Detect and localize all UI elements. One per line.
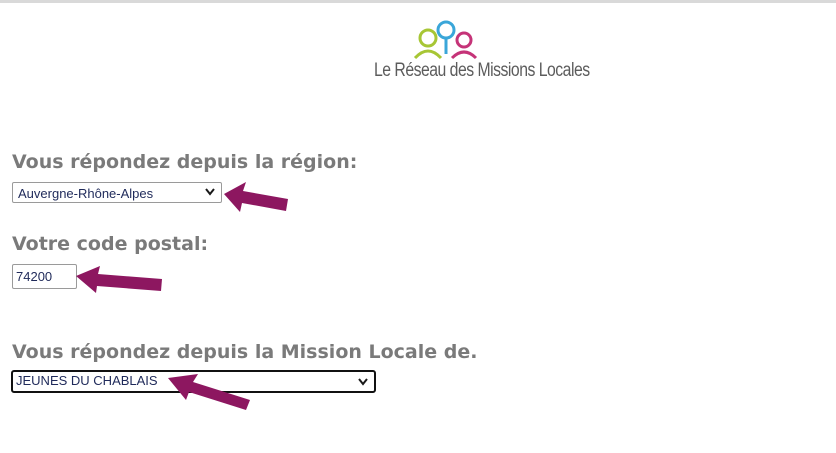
annotation-arrow-postal-code — [76, 266, 162, 293]
chevron-down-icon — [358, 378, 368, 386]
region-select[interactable]: Auvergne-Rhône-Alpes — [12, 182, 222, 203]
region-label: Vous répondez depuis la région: — [12, 151, 358, 173]
postal-code-input[interactable]: 74200 — [12, 264, 77, 289]
region-selected-value: Auvergne-Rhône-Alpes — [18, 186, 154, 201]
logo: Le Réseau des Missions Locales — [370, 20, 620, 85]
people-logo-icon — [413, 20, 478, 60]
chevron-down-icon — [205, 188, 215, 196]
annotation-arrow-region — [224, 182, 288, 212]
top-border — [0, 0, 836, 3]
annotation-arrow-mission-locale — [168, 374, 250, 410]
mission-locale-selected-value: JEUNES DU CHABLAIS — [16, 373, 158, 388]
mission-locale-label: Vous répondez depuis la Mission Locale d… — [12, 341, 478, 363]
logo-text: Le Réseau des Missions Locales — [374, 60, 590, 81]
postal-code-label: Votre code postal: — [12, 233, 209, 255]
